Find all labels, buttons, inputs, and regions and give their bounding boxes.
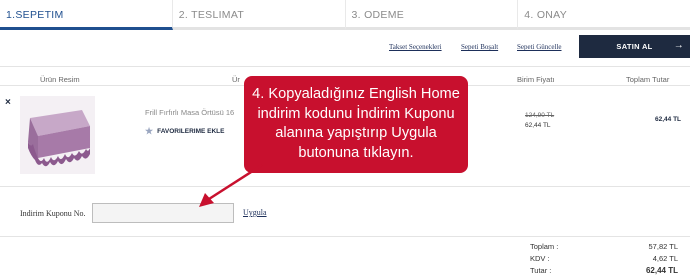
step-delivery[interactable]: 2. TESLIMAT	[172, 0, 346, 30]
instruction-callout: 4. Kopyaladığınız English Home indirim k…	[244, 76, 468, 173]
step-confirm[interactable]: 4. ONAY	[518, 0, 690, 30]
checkout-steps: 1.SEPETIM 2. TESLIMAT 3. ODEME 4. ONAY	[0, 0, 690, 30]
installment-options-link[interactable]: Takset Seçenekleri	[389, 43, 442, 51]
column-header-unit-price: Birim Fiyatı	[517, 75, 555, 84]
step-payment[interactable]: 3. ODEME	[345, 0, 519, 30]
line-total: 62,44 TL	[655, 116, 682, 123]
coupon-input[interactable]	[92, 203, 234, 223]
total-value: 62,44 TL	[645, 266, 678, 275]
subtotal-value: 57,82 TL	[648, 242, 678, 251]
step-cart[interactable]: 1.SEPETIM	[0, 0, 173, 30]
coupon-label: Indirim Kuponu No.	[20, 209, 86, 218]
column-header-total: Toplam Tutar	[626, 75, 670, 84]
empty-cart-link[interactable]: Sepeti Boşalt	[461, 43, 498, 51]
remove-item-icon[interactable]: ×	[5, 97, 11, 108]
product-name[interactable]: Frill Fırfırlı Masa Örtüsü 16	[145, 108, 234, 117]
product-image[interactable]	[20, 96, 95, 174]
star-icon: ★	[145, 126, 154, 136]
arrow-right-icon: →	[673, 40, 684, 51]
divider	[0, 236, 690, 237]
buy-button[interactable]: SATIN AL →	[579, 35, 690, 58]
divider	[0, 186, 690, 187]
add-to-favorites-button[interactable]: ★ FAVORILERIME EKLE	[145, 126, 225, 137]
column-header-name: Ür	[232, 75, 240, 84]
tablecloth-illustration	[20, 96, 95, 174]
apply-coupon-link[interactable]: Uygula	[243, 208, 267, 217]
kdv-value: 4,62 TL	[652, 254, 678, 263]
add-to-favorites-label: FAVORILERIME EKLE	[157, 128, 225, 135]
total-label: Tutar :	[530, 266, 552, 275]
old-price: 124,90 TL	[525, 112, 555, 119]
kdv-label: KDV :	[530, 254, 550, 263]
subtotal-label: Toplam :	[530, 242, 559, 251]
unit-price: 62,44 TL	[525, 122, 551, 129]
update-cart-link[interactable]: Sepeti Güncelle	[517, 43, 562, 51]
buy-button-label: SATIN AL	[616, 42, 653, 51]
column-header-image: Ürün Resim	[40, 75, 80, 84]
divider	[0, 66, 690, 67]
